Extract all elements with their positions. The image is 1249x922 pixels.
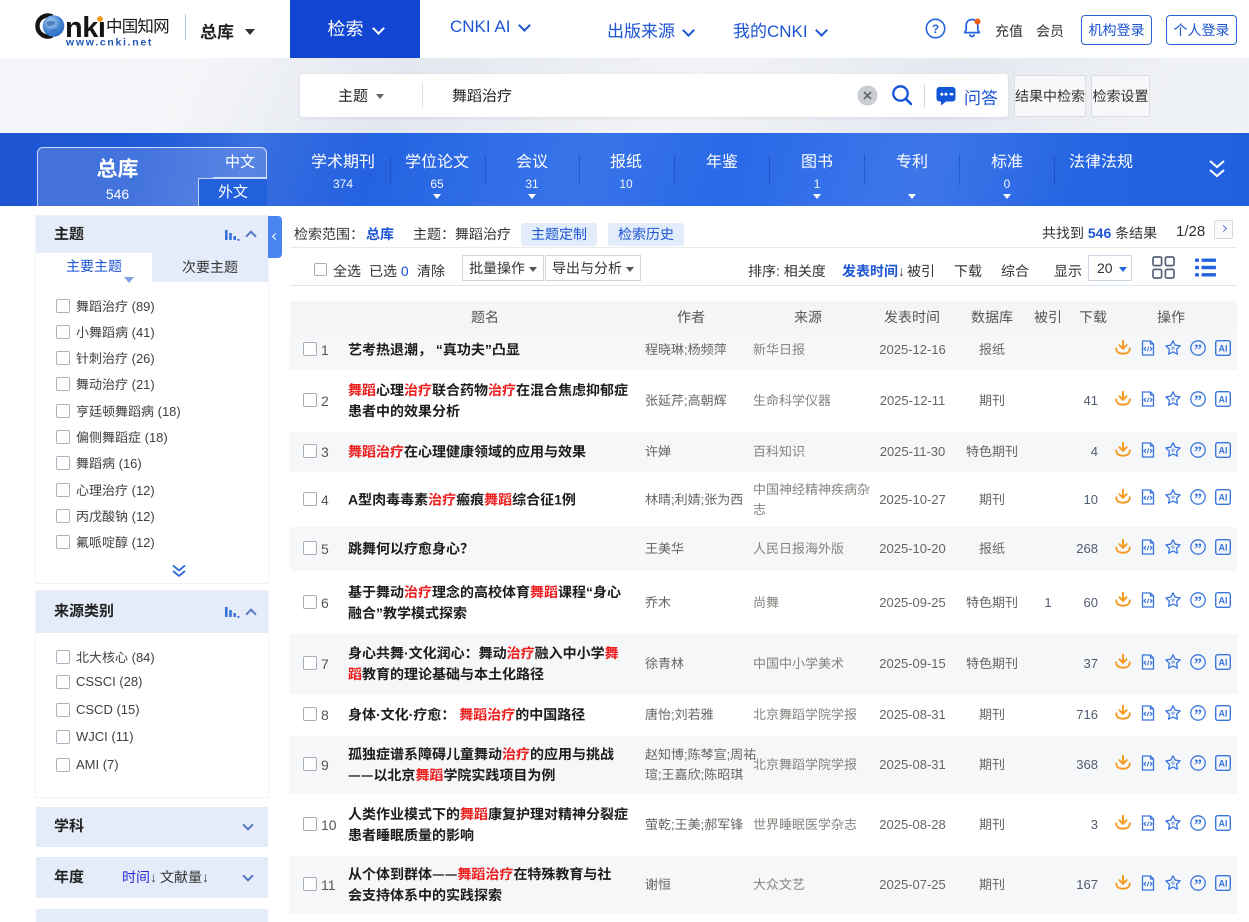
svg-text:AI: AI xyxy=(1219,818,1228,828)
svg-text:”: ” xyxy=(1194,594,1202,609)
svg-text:”: ” xyxy=(1194,341,1202,356)
svg-text:AI: AI xyxy=(1219,708,1228,718)
svg-text:AI: AI xyxy=(1219,343,1228,353)
svg-text:AI: AI xyxy=(1219,657,1228,667)
svg-text:AI: AI xyxy=(1219,492,1228,502)
svg-text:AI: AI xyxy=(1219,595,1228,605)
svg-text:”: ” xyxy=(1194,443,1202,458)
svg-text:www.cnki.net: www.cnki.net xyxy=(65,37,153,49)
svg-text:”: ” xyxy=(1194,655,1202,670)
svg-text:AI: AI xyxy=(1219,542,1228,552)
svg-text:”: ” xyxy=(1194,756,1202,771)
svg-text:”: ” xyxy=(1194,392,1202,407)
svg-text:”: ” xyxy=(1194,876,1202,891)
svg-text:”: ” xyxy=(1194,491,1202,506)
svg-text:”: ” xyxy=(1194,540,1202,555)
svg-text:”: ” xyxy=(1194,706,1202,721)
svg-text:AI: AI xyxy=(1219,878,1228,888)
svg-text:AI: AI xyxy=(1219,445,1228,455)
svg-text:AI: AI xyxy=(1219,394,1228,404)
svg-text:AI: AI xyxy=(1219,758,1228,768)
svg-text:?: ? xyxy=(932,22,939,36)
svg-text:中国知网: 中国知网 xyxy=(106,17,169,36)
svg-text:”: ” xyxy=(1194,816,1202,831)
